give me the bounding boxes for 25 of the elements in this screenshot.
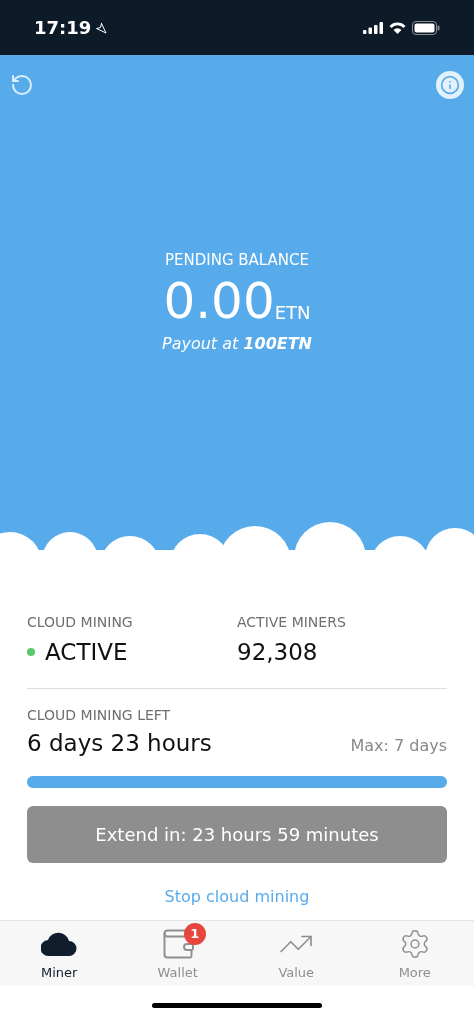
cloud-icon (41, 931, 78, 956)
info-icon[interactable] (436, 71, 464, 99)
tab-item[interactable]: More (355, 921, 474, 986)
max-duration: Max: 7 days (350, 735, 447, 757)
battery-icon (412, 20, 440, 35)
stat-label: CLOUD MINING (27, 613, 134, 632)
mining-left-value: 6 days 23 hours (27, 728, 212, 758)
tab-item[interactable]: 1 Wallet (118, 921, 237, 986)
notification-badge: 1 (183, 922, 206, 945)
balance-label: PENDING BALANCE (165, 250, 309, 271)
wifi-icon (389, 21, 406, 34)
stop-mining-link[interactable]: Stop cloud mining (164, 885, 310, 909)
stat-value: 92,308 (237, 638, 318, 667)
signal-icon (363, 21, 383, 34)
stat-value: ACTIVE (45, 638, 128, 667)
stat-label: ACTIVE MINERS (237, 613, 347, 632)
balance-unit: ETN (274, 303, 311, 322)
clock-time: 17:19 (34, 16, 92, 40)
tab-item[interactable]: Value (237, 921, 356, 986)
payout-text: Payout at 100ETN (162, 332, 312, 355)
location-icon (95, 21, 108, 34)
refresh-icon[interactable] (10, 73, 34, 97)
tab-item[interactable]: Miner (0, 921, 119, 986)
mining-left-label: CLOUD MINING LEFT (27, 705, 172, 725)
balance-amount: 0.00 (163, 275, 275, 326)
